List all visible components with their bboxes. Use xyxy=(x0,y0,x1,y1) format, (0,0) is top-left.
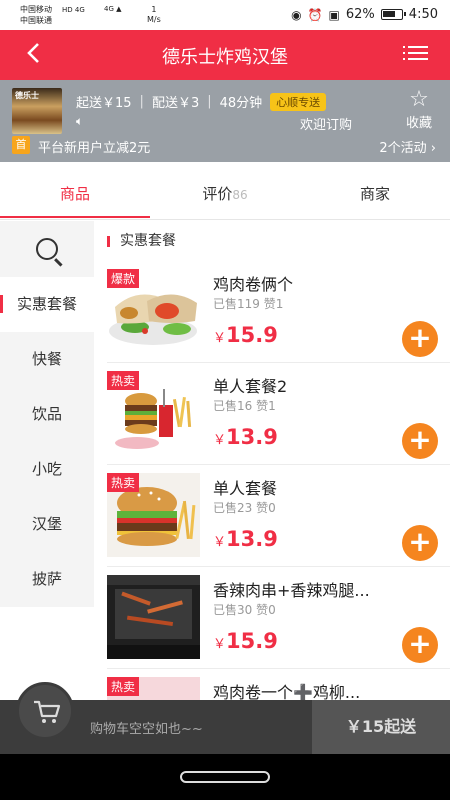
clock: 4:50 xyxy=(408,7,438,22)
store-logo: 德乐士 xyxy=(12,88,62,134)
tab-merchant[interactable]: 商家 xyxy=(300,172,450,219)
store-info: 德乐士 起送￥15 | 配送￥3 | 48分钟 心顺专送 🔈︎ 欢迎订购 ☆ 收… xyxy=(0,80,450,162)
delivery-fee: 配送￥3 xyxy=(151,96,200,111)
cart-empty-text: 购物车空空如也~~ xyxy=(90,722,203,737)
min-order-text: 起送￥15 xyxy=(76,96,132,111)
review-count: 86 xyxy=(232,188,248,202)
star-icon: ☆ xyxy=(409,87,429,112)
eye-icon: ◉ xyxy=(291,7,302,22)
product-stats: 已售16 赞1 xyxy=(213,399,276,413)
product-name: 鸡肉卷一个➕鸡柳... xyxy=(213,683,361,700)
category-item[interactable]: 饮品 xyxy=(0,387,94,442)
favorite-button[interactable]: ☆ 收藏 xyxy=(402,87,436,132)
category-sidebar: 实惠套餐 快餐 饮品 小吃 汉堡 披萨 xyxy=(0,221,94,607)
tab-bar: 商品 评价86 商家 xyxy=(0,172,450,220)
category-item[interactable]: 汉堡 xyxy=(0,497,94,552)
app-header: 德乐士炸鸡汉堡 xyxy=(0,30,450,80)
tab-products[interactable]: 商品 xyxy=(0,172,150,219)
category-item[interactable]: 快餐 xyxy=(0,332,94,387)
home-gesture-bar[interactable] xyxy=(180,771,270,783)
product-stats: 已售119 赞1 xyxy=(213,297,284,311)
carrier-1: 中国移动 xyxy=(20,5,52,14)
product-tag: 热卖 xyxy=(107,677,140,696)
product-stats: 已售23 赞0 xyxy=(213,501,276,515)
cart-icon xyxy=(34,700,61,723)
product-image: 爆款 xyxy=(107,269,200,353)
tab-reviews[interactable]: 评价86 xyxy=(150,172,300,219)
min-order-button[interactable]: ￥15起送 xyxy=(312,700,450,754)
add-to-cart-button[interactable]: + xyxy=(402,423,438,459)
section-title: 实惠套餐 xyxy=(94,221,450,261)
product-name: 单人套餐 xyxy=(213,479,278,498)
signal-icon: HD 4G xyxy=(62,6,85,14)
add-to-cart-button[interactable]: + xyxy=(402,321,438,357)
product-image: 热卖 xyxy=(107,677,200,700)
favorite-label: 收藏 xyxy=(405,116,432,131)
delivery-time: 48分钟 xyxy=(219,96,263,111)
category-item[interactable]: 小吃 xyxy=(0,442,94,497)
status-bar: 中国移动 中国联通 HD 4G 4G ▲ 1 M/s ◉ ⏰ ▣ 62% 4:5… xyxy=(0,0,450,30)
promo-text: 平台新用户立减2元 xyxy=(38,141,151,156)
network-speed: 1 M/s xyxy=(147,5,161,24)
vibrate-icon: ▣ xyxy=(328,7,340,22)
product-image: 热卖 xyxy=(107,371,200,455)
system-nav-bar xyxy=(0,754,450,800)
chevron-right-icon: › xyxy=(430,141,436,156)
product-price: ￥13.9 xyxy=(213,425,278,449)
activities-link[interactable]: 2个活动 › xyxy=(379,137,436,156)
store-title: 德乐士炸鸡汉堡 xyxy=(162,47,288,68)
product-name: 香辣肉串+香辣鸡腿... xyxy=(213,581,370,600)
alarm-icon: ⏰ xyxy=(307,7,323,22)
product-image xyxy=(107,575,200,659)
speaker-icon: 🔈︎ xyxy=(76,114,84,128)
delivery-badge: 心顺专送 xyxy=(270,92,327,111)
product-tag: 爆款 xyxy=(107,269,140,288)
product-item[interactable]: 热卖 单人套餐 已售23 赞0 ￥13.9 + xyxy=(107,465,450,567)
search-icon xyxy=(36,238,58,260)
carrier-info: 中国移动 中国联通 xyxy=(20,4,52,26)
menu-icon[interactable] xyxy=(403,46,428,62)
product-list: 实惠套餐 爆款 鸡肉卷俩个 已售119 赞1 ￥15.9 + 热卖 单人套餐2 … xyxy=(94,221,450,700)
product-name: 鸡肉卷俩个 xyxy=(213,275,294,294)
product-tag: 热卖 xyxy=(107,473,140,492)
product-price: ￥15.9 xyxy=(213,323,278,347)
carrier-2: 中国联通 xyxy=(20,16,52,25)
product-price: ￥15.9 xyxy=(213,629,278,653)
promo-badge: 首 xyxy=(12,136,30,154)
product-item[interactable]: 热卖 单人套餐2 已售16 赞1 ￥13.9 + xyxy=(107,363,450,465)
add-to-cart-button[interactable]: + xyxy=(402,525,438,561)
welcome-text: 欢迎订购 xyxy=(300,118,353,133)
battery-icon xyxy=(380,9,406,20)
product-item[interactable]: 热卖 鸡肉卷一个➕鸡柳... xyxy=(107,669,450,700)
product-price: ￥13.9 xyxy=(213,527,278,551)
cart-button[interactable] xyxy=(16,682,74,740)
product-stats: 已售30 赞0 xyxy=(213,603,276,617)
product-item[interactable]: 香辣肉串+香辣鸡腿... 已售30 赞0 ￥15.9 + xyxy=(107,567,450,669)
cart-bar: 购物车空空如也~~ ￥15起送 xyxy=(0,682,450,754)
product-item[interactable]: 爆款 鸡肉卷俩个 已售119 赞1 ￥15.9 + xyxy=(107,261,450,363)
product-image: 热卖 xyxy=(107,473,200,557)
add-to-cart-button[interactable]: + xyxy=(402,627,438,663)
status-right: ◉ ⏰ ▣ 62% 4:50 xyxy=(291,7,438,22)
battery-percent: 62% xyxy=(345,7,375,22)
category-item[interactable]: 实惠套餐 xyxy=(0,277,94,332)
product-tag: 热卖 xyxy=(107,371,140,390)
product-name: 单人套餐2 xyxy=(213,377,288,396)
delivery-info: 起送￥15 | 配送￥3 | 48分钟 心顺专送 xyxy=(76,92,327,111)
search-button[interactable] xyxy=(0,221,94,277)
signal-icon-2: 4G ▲ xyxy=(104,5,122,13)
category-item[interactable]: 披萨 xyxy=(0,552,94,607)
